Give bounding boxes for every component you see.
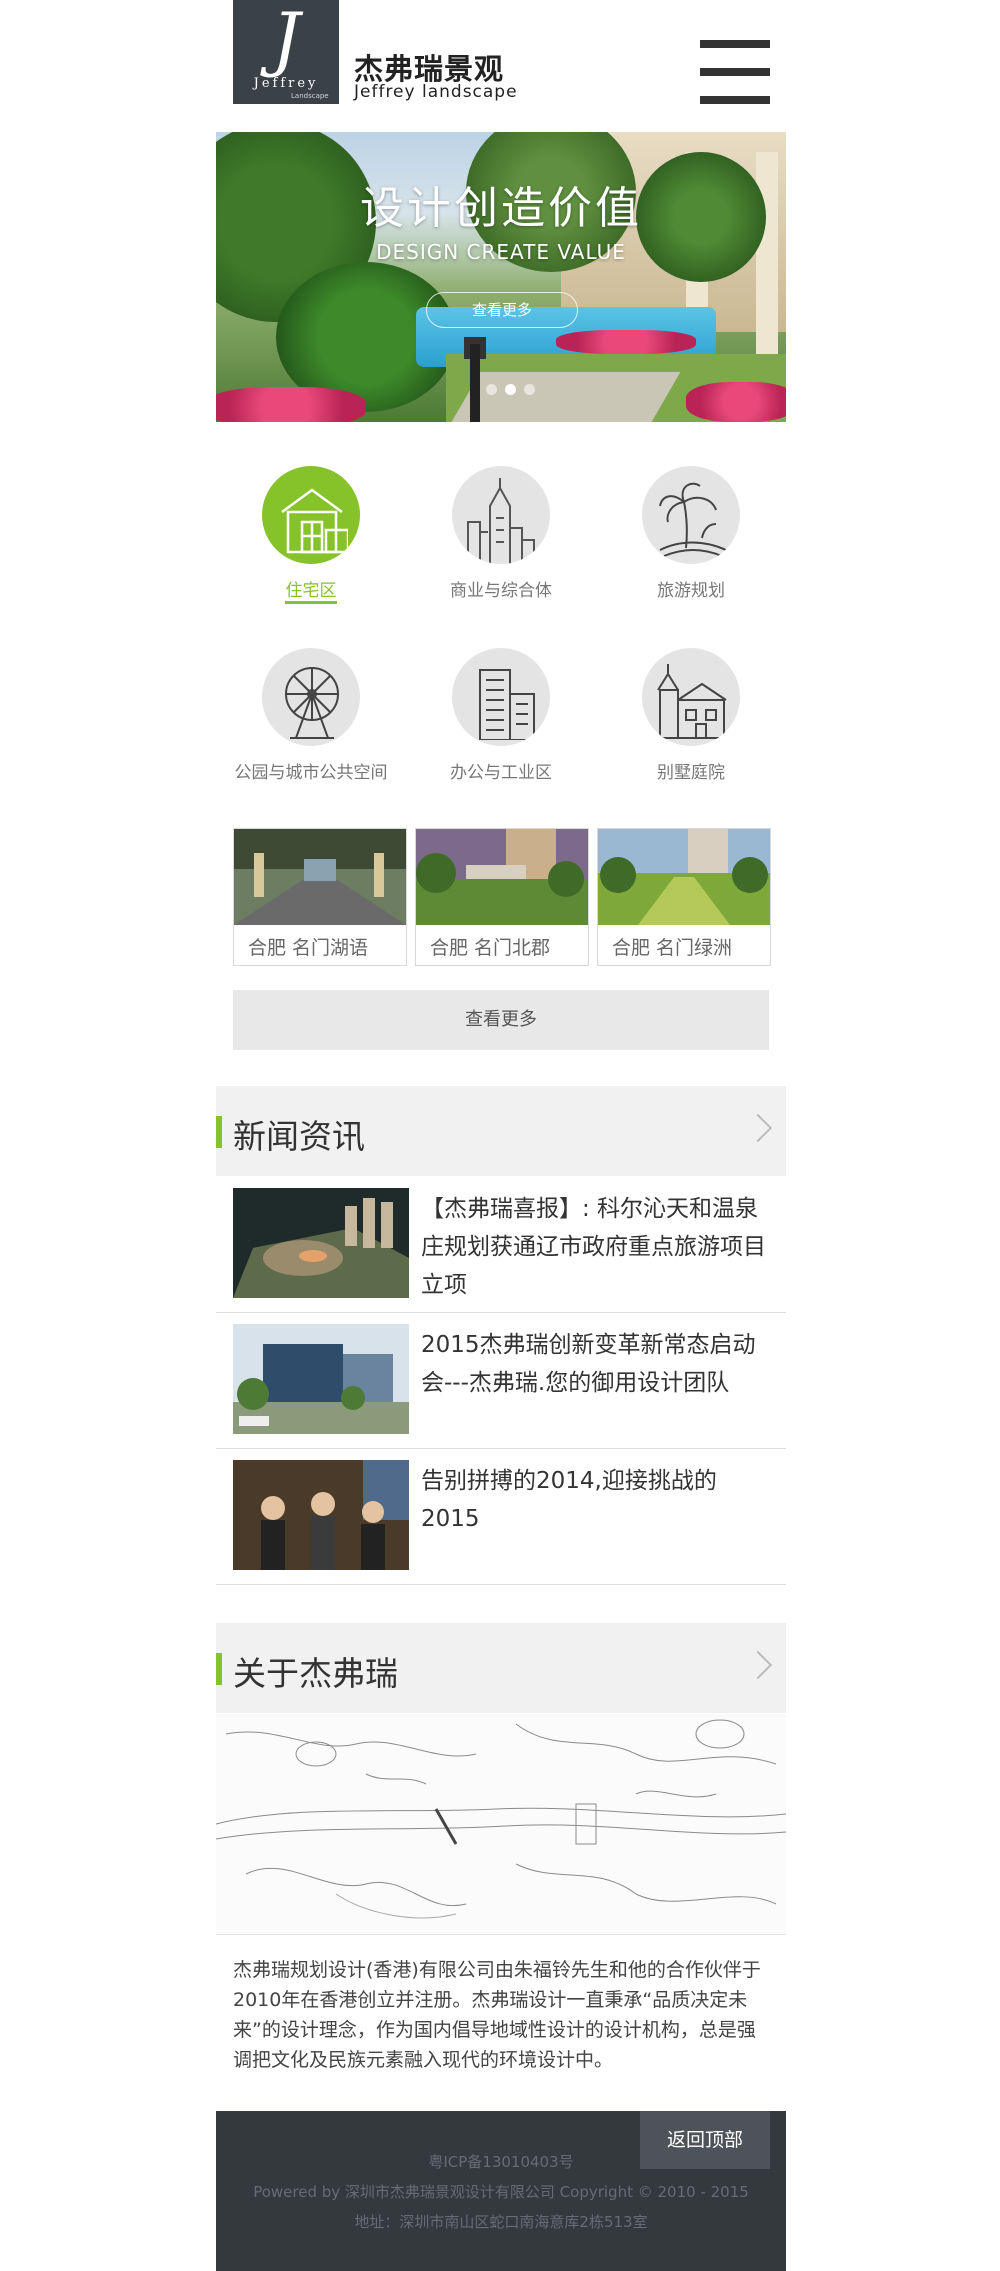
villa-icon: [642, 648, 740, 746]
category-label: 公园与城市公共空间: [234, 763, 388, 783]
banner-subtitle: DESIGN CREATE VALUE: [376, 240, 626, 264]
section-accent-bar: [216, 1653, 222, 1685]
banner-dot[interactable]: [524, 384, 535, 395]
category-villa[interactable]: 别墅庭院: [596, 648, 786, 798]
chevron-right-icon[interactable]: [743, 1650, 773, 1680]
about-section-header[interactable]: 关于杰弗瑞: [216, 1623, 786, 1713]
project-card[interactable]: 合肥 名门湖语: [233, 828, 407, 966]
ferris-wheel-icon: [262, 648, 360, 746]
footer: 返回顶部 粤ICP备13010403号 Powered by 深圳市杰弗瑞景观设…: [216, 2111, 786, 2271]
category-office[interactable]: 办公与工业区: [406, 648, 596, 798]
about-section-title: 关于杰弗瑞: [233, 1654, 398, 1693]
brand-name-en: Jeffrey landscape: [354, 82, 518, 102]
category-label: 旅游规划: [657, 581, 725, 601]
logo[interactable]: J Jeffrey Landscape: [233, 0, 339, 104]
news-title: 告别拼搏的2014,迎接挑战的2015: [421, 1468, 717, 1532]
skyscraper-icon: [452, 466, 550, 564]
banner-dot-active[interactable]: [505, 384, 516, 395]
news-section-header[interactable]: 新闻资讯: [216, 1086, 786, 1176]
category-active-underline: [285, 601, 337, 604]
project-title: 合肥 名门湖语: [248, 937, 369, 959]
banner-more-button[interactable]: 查看更多: [426, 292, 578, 328]
project-title: 合肥 名门绿洲: [612, 937, 733, 959]
category-label: 办公与工业区: [450, 763, 552, 783]
project-image: [598, 829, 770, 925]
project-image: [234, 829, 406, 925]
section-accent-bar: [216, 1116, 222, 1148]
category-label: 住宅区: [285, 581, 337, 601]
banner-title: 设计创造价值: [360, 183, 642, 234]
news-item[interactable]: 【杰弗瑞喜报】: 科尔沁天和温泉庄规划获通辽市政府重点旅游项目立项: [216, 1176, 786, 1313]
logo-word: Jeffrey: [253, 76, 319, 91]
office-building-icon: [452, 648, 550, 746]
page: J Jeffrey Landscape 杰弗瑞景观 Jeffrey landsc…: [216, 0, 786, 2271]
about-description: 杰弗瑞规划设计(香港)有限公司由朱福铃先生和他的合作伙伴于2010年在香港创立并…: [233, 1959, 761, 2071]
category-residential[interactable]: 住宅区: [216, 466, 406, 616]
logo-letter: J: [271, 0, 301, 80]
footer-address: 地址：深圳市南山区蛇口南海意库2栋513室: [354, 2213, 648, 2231]
category-tourism[interactable]: 旅游规划: [596, 466, 786, 616]
footer-icp[interactable]: 粤ICP备13010403号: [216, 2151, 786, 2172]
hero-banner[interactable]: 设计创造价值 DESIGN CREATE VALUE 查看更多: [216, 132, 786, 422]
header: J Jeffrey Landscape 杰弗瑞景观 Jeffrey landsc…: [216, 0, 786, 132]
about-plan-image: [216, 1714, 786, 1935]
project-title: 合肥 名门北郡: [430, 937, 551, 959]
project-image: [416, 829, 588, 925]
category-label: 商业与综合体: [450, 581, 552, 601]
house-icon: [262, 466, 360, 564]
palm-tree-icon: [642, 466, 740, 564]
news-title: 【杰弗瑞喜报】: 科尔沁天和温泉庄规划获通辽市政府重点旅游项目立项: [421, 1196, 766, 1298]
news-item[interactable]: 告别拼搏的2014,迎接挑战的2015: [216, 1448, 786, 1585]
menu-icon[interactable]: [700, 40, 770, 104]
news-section-title: 新闻资讯: [233, 1117, 365, 1156]
news-image: [233, 1188, 409, 1298]
logo-sub: Landscape: [291, 92, 329, 100]
projects-more-button[interactable]: 查看更多: [233, 990, 769, 1050]
project-card[interactable]: 合肥 名门绿洲: [597, 828, 771, 966]
footer-copyright: Powered by 深圳市杰弗瑞景观设计有限公司 Copyright © 20…: [253, 2183, 749, 2201]
category-park[interactable]: 公园与城市公共空间: [216, 648, 406, 798]
news-image: [233, 1460, 409, 1570]
project-card[interactable]: 合肥 名门北郡: [415, 828, 589, 966]
banner-pagination[interactable]: [486, 380, 543, 399]
category-commercial[interactable]: 商业与综合体: [406, 466, 596, 616]
news-image: [233, 1324, 409, 1434]
news-item[interactable]: 2015杰弗瑞创新变革新常态启动会---杰弗瑞.您的御用设计团队: [216, 1312, 786, 1449]
chevron-right-icon[interactable]: [743, 1113, 773, 1143]
news-title: 2015杰弗瑞创新变革新常态启动会---杰弗瑞.您的御用设计团队: [421, 1332, 756, 1396]
banner-dot[interactable]: [486, 384, 497, 395]
category-label: 别墅庭院: [657, 763, 725, 783]
